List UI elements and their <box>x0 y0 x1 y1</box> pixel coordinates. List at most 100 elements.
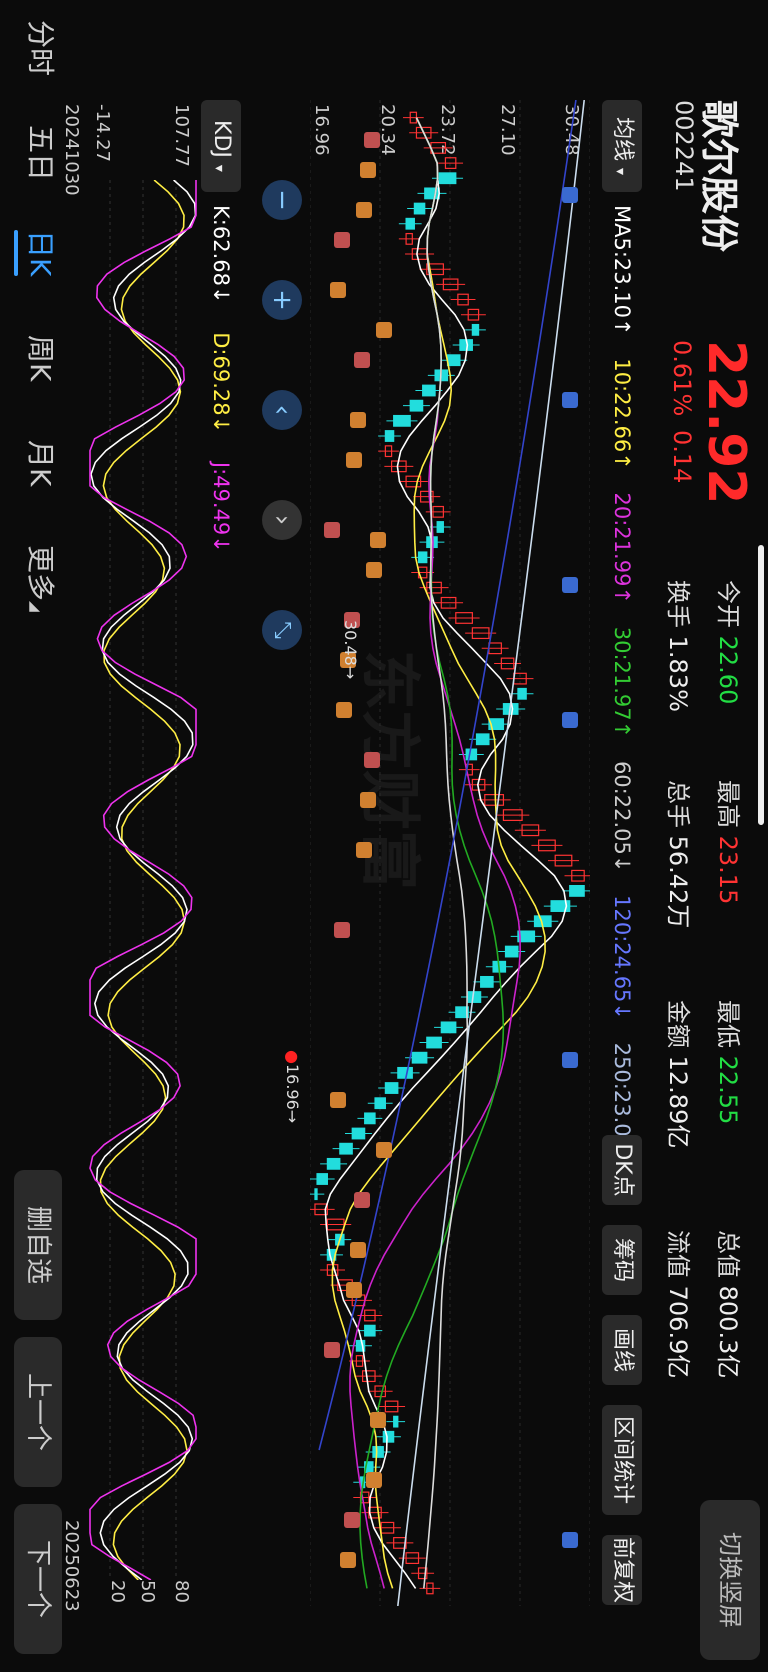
landscape-stage: 歌尔股份 002241 22.92 0.61% 0.14 今开 22.60 换手… <box>0 0 768 1672</box>
signal-marker-b <box>356 842 372 858</box>
signal-marker-b <box>350 1242 366 1258</box>
high-marker-label: 30.48→ <box>341 620 360 680</box>
tab-monthly[interactable]: 月K <box>22 440 62 486</box>
stat-mcap: 总值 800.3亿 <box>714 1230 742 1379</box>
signal-marker-s <box>562 577 578 593</box>
signal-marker-b <box>324 1342 340 1358</box>
zoom-in-icon[interactable]: + <box>262 280 302 320</box>
kdj-axis-top: 107.77 <box>171 104 192 167</box>
candle-body <box>397 1066 413 1079</box>
adjust-button[interactable]: 前复权 <box>602 1535 642 1605</box>
candle-body <box>413 202 426 215</box>
tab-daily[interactable]: 日K <box>22 230 62 276</box>
signal-marker-b <box>376 322 392 338</box>
kline-chart[interactable] <box>310 100 590 1606</box>
signal-marker-b <box>350 412 366 428</box>
signal-marker-s <box>562 1532 578 1548</box>
kdj-axis-50: 50 <box>137 1580 158 1603</box>
candle-body <box>436 521 444 533</box>
candle-body <box>569 885 585 897</box>
candle-body <box>517 687 527 700</box>
period-tabs: 分时 五日 日K 周K 月K 更多◢ <box>22 20 62 720</box>
signal-marker-b <box>364 752 380 768</box>
tab-weekly[interactable]: 周K <box>22 335 62 381</box>
candles <box>310 111 590 1595</box>
change-amount: 0.14 <box>668 430 696 484</box>
date-start: 20241030 <box>61 104 82 196</box>
stat-open: 今开 22.60 <box>714 580 742 705</box>
candle-body <box>438 172 457 185</box>
kdj-chart[interactable] <box>88 180 198 1580</box>
chips-button[interactable]: 筹码 <box>602 1225 642 1295</box>
stock-code: 002241 <box>670 100 698 192</box>
ma30-value: 30:21.97↑ <box>610 626 634 739</box>
kdj-axis-20: 20 <box>107 1580 128 1603</box>
candle-body <box>314 1188 318 1201</box>
ma20-line <box>349 117 522 1589</box>
kdj-axis-bottom: -14.27 <box>92 104 113 163</box>
candle-body <box>465 748 478 761</box>
signal-marker-b <box>376 1142 392 1158</box>
signal-marker-b <box>336 702 352 718</box>
collapse-icon[interactable]: ⤡ <box>262 610 302 650</box>
candle-body <box>417 551 428 564</box>
kdj-axis-80: 80 <box>171 1580 192 1603</box>
stat-volume: 总手 56.42万 <box>664 780 692 929</box>
candle-body <box>364 1324 376 1337</box>
signal-marker-b <box>370 532 386 548</box>
candle-body <box>384 1082 399 1094</box>
date-end: 20250623 <box>61 1520 82 1612</box>
dropdown-arrow-icon: ▾ <box>211 164 227 172</box>
candle-body <box>424 187 440 200</box>
signal-marker-s <box>562 1052 578 1068</box>
signal-marker-b <box>346 1282 362 1298</box>
signal-marker-b <box>354 352 370 368</box>
candle-body <box>411 1051 428 1064</box>
home-indicator[interactable] <box>758 545 764 825</box>
kdj-selector[interactable]: KDJ ▾ <box>201 100 241 192</box>
signal-marker-b <box>370 1412 386 1428</box>
ma-selector[interactable]: 均线 ▾ <box>602 100 642 192</box>
tab-five-day[interactable]: 五日 <box>22 125 62 181</box>
signal-marker-b <box>354 1192 370 1208</box>
ma60-value: 60:22.05↓ <box>610 760 634 873</box>
signal-marker-b <box>324 522 340 538</box>
candle-body <box>467 991 482 1003</box>
tab-more[interactable]: 更多◢ <box>22 545 62 612</box>
candle-body <box>409 399 424 412</box>
tab-intraday[interactable]: 分时 <box>22 20 62 76</box>
next-stock-button[interactable]: 下一个 <box>14 1504 62 1654</box>
switch-portrait-button[interactable]: 切换竖屏 <box>700 1500 760 1660</box>
zoom-out-icon[interactable]: − <box>262 180 302 220</box>
candle-body <box>374 1097 386 1110</box>
kdj-d-line <box>99 180 188 1580</box>
candle-body <box>480 975 494 988</box>
ma20-value: 20:21.99↑ <box>610 492 634 605</box>
signal-marker-s <box>562 187 578 203</box>
candle-body <box>422 384 436 397</box>
ma30-line <box>359 117 505 1589</box>
current-price: 22.92 <box>696 340 756 505</box>
stock-name: 歌尔股份 <box>697 100 741 253</box>
signal-marker-b <box>360 792 376 808</box>
stat-high: 最高 23.15 <box>714 780 742 905</box>
signal-marker-b <box>366 1472 382 1488</box>
candle-body <box>372 1446 384 1458</box>
signal-marker-b <box>330 1092 346 1108</box>
draw-line-button[interactable]: 画线 <box>602 1315 642 1385</box>
signal-marker-b <box>360 162 376 178</box>
scroll-left-icon[interactable]: ‹ <box>262 390 302 430</box>
scroll-right-icon[interactable]: › <box>262 500 302 540</box>
ma-values-bar: MA5:23.10↑ 10:22.66↑ 20:21.99↑ 30:21.97↑… <box>594 205 634 1184</box>
dk-point-button[interactable]: DK点 <box>602 1135 642 1205</box>
signal-marker-b <box>346 452 362 468</box>
kdj-values: K:62.68↓ D:69.28↓ J:49.49↓ <box>209 205 233 553</box>
range-stats-button[interactable]: 区间统计 <box>602 1405 642 1515</box>
remove-watchlist-button[interactable]: 删自选 <box>14 1170 62 1320</box>
kdj-j: J:49.49↓ <box>209 461 233 553</box>
ma120-value: 120:24.65↓ <box>610 895 634 1021</box>
stat-float: 流值 706.9亿 <box>664 1230 692 1379</box>
prev-stock-button[interactable]: 上一个 <box>14 1337 62 1487</box>
kdj-k: K:62.68↓ <box>209 205 233 304</box>
signal-marker-b <box>340 1552 356 1568</box>
